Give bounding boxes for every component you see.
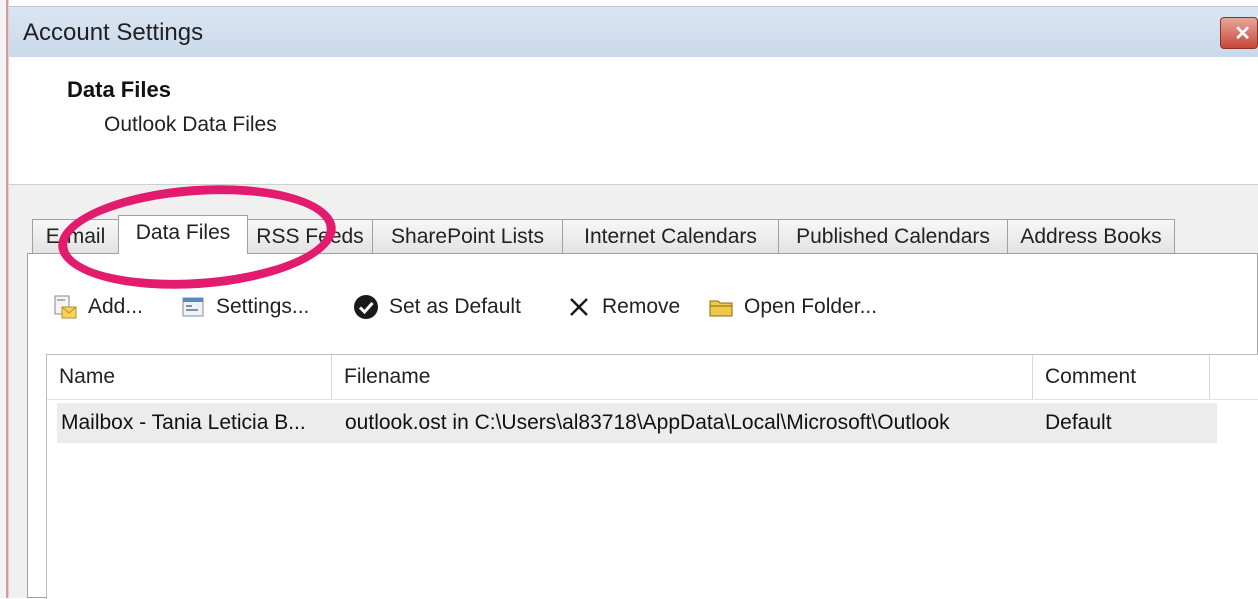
title-bar: Account Settings ✕ bbox=[9, 6, 1258, 58]
data-files-table: Name Filename Comment Mailbox - Tania Le… bbox=[46, 354, 1258, 599]
column-header-comment[interactable]: Comment bbox=[1033, 355, 1209, 399]
add-data-file-icon bbox=[54, 295, 77, 319]
page-title: Data Files bbox=[67, 77, 171, 102]
remove-label: Remove bbox=[602, 295, 681, 318]
tab-rss-feeds[interactable]: RSS Feeds bbox=[247, 219, 373, 253]
column-header-name[interactable]: Name bbox=[47, 355, 331, 399]
settings-label: Settings... bbox=[216, 295, 310, 318]
folder-icon bbox=[709, 300, 733, 317]
cell-name: Mailbox - Tania Leticia B... bbox=[61, 411, 306, 434]
dialog-body: E-mail Data Files RSS Feeds SharePoint L… bbox=[9, 185, 1258, 599]
dialog-header: Data Files Outlook Data Files bbox=[9, 57, 1258, 185]
account-settings-dialog: Account Settings ✕ Data Files Outlook Da… bbox=[9, 0, 1258, 599]
page-subtitle: Outlook Data Files bbox=[104, 113, 277, 136]
set-as-default-label: Set as Default bbox=[389, 295, 521, 318]
close-button[interactable]: ✕ bbox=[1220, 17, 1258, 49]
table-header: Name Filename Comment bbox=[47, 355, 1258, 400]
tab-sharepoint-lists[interactable]: SharePoint Lists bbox=[372, 219, 563, 253]
tab-address-books[interactable]: Address Books bbox=[1007, 219, 1175, 253]
close-icon: ✕ bbox=[1234, 23, 1251, 45]
cell-filename: outlook.ost in C:\Users\al83718\AppData\… bbox=[345, 411, 950, 434]
cell-comment: Default bbox=[1045, 411, 1112, 434]
remove-x-icon bbox=[570, 298, 588, 316]
column-header-filename[interactable]: Filename bbox=[332, 355, 1032, 399]
table-row[interactable]: Mailbox - Tania Leticia B... outlook.ost… bbox=[57, 403, 1217, 443]
background-window-edge bbox=[0, 0, 9, 598]
tab-internet-calendars[interactable]: Internet Calendars bbox=[562, 219, 779, 253]
open-folder-label: Open Folder... bbox=[744, 295, 878, 318]
settings-icon bbox=[182, 297, 204, 317]
data-files-panel: Add... Settings... Set as Default Remove… bbox=[27, 253, 1258, 599]
column-divider[interactable] bbox=[1209, 355, 1210, 399]
add-label: Add... bbox=[88, 295, 143, 318]
tab-data-files[interactable]: Data Files bbox=[118, 215, 248, 254]
window-title: Account Settings bbox=[23, 19, 204, 46]
tab-email[interactable]: E-mail bbox=[32, 219, 119, 253]
checkmark-icon bbox=[354, 295, 378, 319]
tab-published-calendars[interactable]: Published Calendars bbox=[778, 219, 1008, 253]
